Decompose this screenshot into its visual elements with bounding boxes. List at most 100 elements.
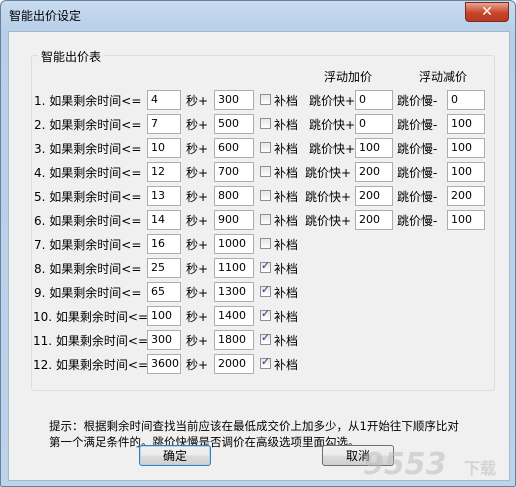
supplement-label: 补档 [274, 358, 299, 372]
seconds-input[interactable]: 25 [147, 258, 181, 278]
jump-slow-label: 跳价慢- [397, 166, 438, 180]
sec-plus-label: 秒+ [186, 310, 209, 324]
seconds-input[interactable]: 12 [147, 162, 181, 182]
supplement-checkbox[interactable] [260, 355, 271, 369]
supplement-label: 补档 [274, 334, 299, 348]
supplement-label: 补档 [274, 190, 299, 204]
sec-plus-label: 秒+ [186, 118, 209, 132]
window-title: 智能出价设定 [9, 9, 82, 23]
price-input[interactable]: 2000 [214, 354, 254, 374]
fast-input[interactable]: 0 [355, 114, 393, 134]
row-label: 3. 如果剩余时间<= [34, 142, 142, 156]
supplement-checkbox[interactable] [260, 214, 271, 225]
slow-input[interactable]: 100 [447, 162, 485, 182]
row-label: 9. 如果剩余时间<= [34, 286, 142, 300]
row-label: 4. 如果剩余时间<= [34, 166, 142, 180]
seconds-input[interactable]: 10 [147, 138, 181, 158]
supplement-checkbox[interactable] [260, 118, 271, 129]
group-label: 智能出价表 [38, 48, 105, 65]
price-input[interactable]: 900 [214, 210, 254, 230]
slow-input[interactable]: 100 [447, 114, 485, 134]
price-input[interactable]: 1800 [214, 330, 254, 350]
supplement-checkbox[interactable] [260, 94, 271, 105]
seconds-input[interactable]: 65 [147, 282, 181, 302]
sec-plus-label: 秒+ [186, 286, 209, 300]
row-label: 8. 如果剩余时间<= [34, 262, 142, 276]
price-input[interactable]: 300 [214, 90, 254, 110]
sec-plus-label: 秒+ [186, 214, 209, 228]
supplement-checkbox[interactable] [260, 283, 271, 297]
ok-button[interactable]: 确定 [139, 445, 211, 466]
title-bar[interactable]: 智能出价设定 ✕ [1, 1, 515, 31]
jump-slow-label: 跳价慢- [397, 94, 438, 108]
seconds-input[interactable]: 13 [147, 186, 181, 206]
sec-plus-label: 秒+ [186, 166, 209, 180]
jump-slow-label: 跳价慢- [397, 214, 438, 228]
jump-fast-label: 跳价快+ [305, 214, 352, 228]
supplement-checkbox[interactable] [260, 307, 271, 321]
slow-input[interactable]: 0 [447, 90, 485, 110]
jump-slow-label: 跳价慢- [397, 142, 438, 156]
row-label: 10. 如果剩余时间<= [33, 310, 149, 324]
sec-plus-label: 秒+ [186, 358, 209, 372]
float-add-header: 浮动加价 [324, 70, 373, 84]
sec-plus-label: 秒+ [186, 262, 209, 276]
seconds-input[interactable]: 14 [147, 210, 181, 230]
price-input[interactable]: 500 [214, 114, 254, 134]
hint-line-1: 提示：根据剩余时间查找当前应该在最低成交价上加多少，从1开始往下顺序比对 [49, 419, 459, 433]
jump-fast-label: 跳价快+ [309, 94, 356, 108]
supplement-label: 补档 [274, 310, 299, 324]
jump-slow-label: 跳价慢- [397, 118, 438, 132]
price-input[interactable]: 1100 [214, 258, 254, 278]
jump-fast-label: 跳价快+ [309, 142, 356, 156]
supplement-label: 补档 [274, 286, 299, 300]
seconds-input[interactable]: 300 [147, 330, 181, 350]
supplement-label: 补档 [274, 118, 299, 132]
jump-fast-label: 跳价快+ [309, 118, 356, 132]
supplement-checkbox[interactable] [260, 259, 271, 273]
seconds-input[interactable]: 4 [147, 90, 181, 110]
supplement-label: 补档 [274, 166, 299, 180]
fast-input[interactable]: 100 [355, 138, 393, 158]
supplement-checkbox[interactable] [260, 238, 271, 249]
supplement-label: 补档 [274, 238, 299, 252]
jump-fast-label: 跳价快+ [305, 166, 352, 180]
sec-plus-label: 秒+ [186, 238, 209, 252]
price-input[interactable]: 1300 [214, 282, 254, 302]
fast-input[interactable]: 200 [355, 162, 393, 182]
fast-input[interactable]: 0 [355, 90, 393, 110]
supplement-checkbox[interactable] [260, 142, 271, 153]
row-label: 2. 如果剩余时间<= [34, 118, 142, 132]
jump-fast-label: 跳价快+ [305, 190, 352, 204]
watermark-suffix: 下载 [464, 459, 497, 478]
price-input[interactable]: 1000 [214, 234, 254, 254]
row-label: 12. 如果剩余时间<= [33, 358, 149, 372]
hint-text: 提示：根据剩余时间查找当前应该在最低成交价上加多少，从1开始往下顺序比对 第一个… [49, 418, 489, 450]
slow-input[interactable]: 100 [447, 138, 485, 158]
sec-plus-label: 秒+ [186, 94, 209, 108]
row-label: 5. 如果剩余时间<= [34, 190, 142, 204]
seconds-input[interactable]: 3600 [147, 354, 181, 374]
seconds-input[interactable]: 16 [147, 234, 181, 254]
price-input[interactable]: 800 [214, 186, 254, 206]
supplement-checkbox[interactable] [260, 331, 271, 345]
jump-slow-label: 跳价慢- [397, 190, 438, 204]
price-input[interactable]: 700 [214, 162, 254, 182]
slow-input[interactable]: 200 [447, 186, 485, 206]
sec-plus-label: 秒+ [186, 190, 209, 204]
supplement-checkbox[interactable] [260, 190, 271, 201]
fast-input[interactable]: 200 [355, 210, 393, 230]
fast-input[interactable]: 200 [355, 186, 393, 206]
sec-plus-label: 秒+ [186, 142, 209, 156]
close-button[interactable]: ✕ [465, 2, 509, 22]
price-input[interactable]: 1400 [214, 306, 254, 326]
supplement-label: 补档 [274, 262, 299, 276]
row-label: 6. 如果剩余时间<= [34, 214, 142, 228]
slow-input[interactable]: 100 [447, 210, 485, 230]
supplement-checkbox[interactable] [260, 166, 271, 177]
price-input[interactable]: 600 [214, 138, 254, 158]
seconds-input[interactable]: 100 [147, 306, 181, 326]
seconds-input[interactable]: 7 [147, 114, 181, 134]
supplement-label: 补档 [274, 94, 299, 108]
row-label: 7. 如果剩余时间<= [34, 238, 142, 252]
